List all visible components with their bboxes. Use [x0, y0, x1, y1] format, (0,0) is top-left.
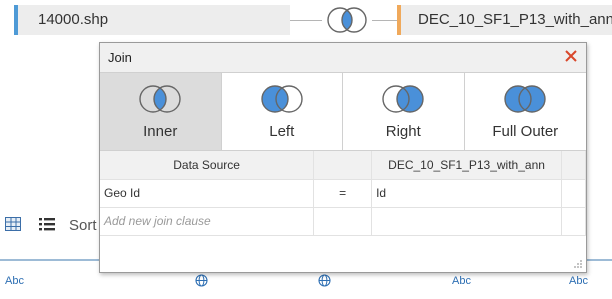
full-outer-join-icon [504, 85, 546, 113]
join-type-left-button[interactable]: Left [221, 73, 343, 151]
join-type-label: Right [385, 123, 421, 140]
grid-view-icon[interactable] [5, 217, 21, 231]
join-dialog-header: Join [100, 43, 586, 73]
join-clause-header-row: Data Source DEC_10_SF1_P13_with_ann [100, 151, 586, 180]
join-connector-right [372, 20, 397, 21]
right-field[interactable]: Id [371, 179, 563, 208]
empty-cell [561, 207, 586, 236]
right-data-source[interactable]: DEC_10_SF1_P13_with_ann [397, 5, 612, 35]
operator-column-header [313, 151, 373, 180]
join-type-full-outer-button[interactable]: Full Outer [464, 73, 586, 151]
join-clause-grid: Data Source DEC_10_SF1_P13_with_ann Geo … [100, 151, 586, 236]
left-source-column-header: Data Source [100, 151, 315, 180]
add-join-clause-row[interactable]: Add new join clause [100, 207, 586, 236]
column-type-string[interactable]: Abc [569, 275, 588, 287]
join-operator[interactable]: = [313, 179, 373, 208]
inner-join-venn-icon[interactable] [322, 5, 372, 35]
empty-cell [371, 207, 563, 236]
row-filler [561, 179, 586, 208]
right-join-icon [382, 85, 424, 113]
sort-label[interactable]: Sort [69, 217, 97, 234]
join-type-right-button[interactable]: Right [343, 73, 465, 151]
left-data-source-label: 14000.shp [38, 11, 109, 28]
add-join-clause-placeholder[interactable]: Add new join clause [100, 207, 315, 236]
right-data-source-label: DEC_10_SF1_P13_with_ann [418, 11, 612, 28]
header-filler [561, 151, 586, 180]
inner-join-icon [139, 85, 181, 113]
left-join-icon [261, 85, 303, 113]
join-dialog: Join Inner Left Right Full Outer Data So… [99, 42, 587, 273]
empty-cell [313, 207, 373, 236]
join-type-label: Left [269, 123, 295, 140]
column-type-string[interactable]: Abc [5, 275, 24, 287]
join-type-label: Full Outer [492, 123, 559, 140]
globe-icon[interactable] [195, 274, 208, 287]
column-type-string[interactable]: Abc [452, 275, 471, 287]
left-field[interactable]: Geo Id [100, 179, 315, 208]
join-dialog-title: Join [108, 50, 132, 65]
list-view-icon[interactable] [39, 217, 55, 231]
resize-grip-icon[interactable] [573, 259, 583, 269]
close-icon[interactable] [563, 48, 579, 64]
join-type-label: Inner [143, 123, 178, 140]
left-data-source[interactable]: 14000.shp [14, 5, 290, 35]
join-type-inner-button[interactable]: Inner [100, 73, 222, 151]
join-connector-left [290, 20, 322, 21]
globe-icon[interactable] [318, 274, 331, 287]
join-type-selector: Inner Left Right Full Outer [100, 73, 586, 151]
join-clause-row[interactable]: Geo Id = Id [100, 179, 586, 208]
right-source-column-header: DEC_10_SF1_P13_with_ann [371, 151, 563, 180]
